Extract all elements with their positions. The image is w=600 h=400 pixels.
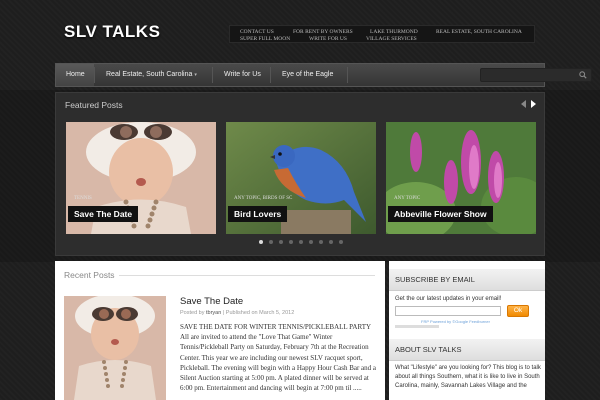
featured-heading: Featured Posts bbox=[65, 100, 123, 110]
topnav-write-for-us[interactable]: WRITE FOR US bbox=[309, 36, 347, 42]
slide-caption[interactable]: Save The Date bbox=[68, 206, 139, 222]
nav-real-estate-label: Real Estate, South Carolina bbox=[106, 71, 193, 78]
post-excerpt: SAVE THE DATE FOR WINTER TENNIS/PICKLEBA… bbox=[180, 323, 377, 393]
slider-dot[interactable] bbox=[259, 240, 263, 244]
topnav-contact-us[interactable]: CONTACT US bbox=[240, 29, 274, 35]
slide-category[interactable]: ANY TOPIC, BIRDS OF SC bbox=[234, 196, 292, 201]
featured-posts: Featured Posts TENNIS Save The Date ANY … bbox=[55, 92, 545, 256]
search-input[interactable] bbox=[484, 70, 574, 80]
top-nav: CONTACT US FOR RENT BY OWNERS LAKE THURM… bbox=[229, 25, 535, 43]
nav-write-label: Write for Us bbox=[224, 71, 261, 78]
nav-eye-of-the-eagle[interactable]: Eye of the Eagle bbox=[282, 64, 333, 86]
nav-write-for-us[interactable]: Write for Us bbox=[224, 64, 261, 86]
featured-slide[interactable]: ANY TOPIC Abbeville Flower Show bbox=[386, 122, 536, 234]
chevron-down-icon: ▾ bbox=[194, 72, 197, 78]
slider-pagination bbox=[259, 240, 354, 245]
posted-by-label: Posted by bbox=[180, 310, 205, 316]
about-heading: ABOUT SLV TALKS bbox=[389, 339, 545, 361]
slider-dot[interactable] bbox=[279, 240, 283, 244]
post-author[interactable]: tbryan bbox=[206, 310, 221, 316]
divider bbox=[119, 275, 375, 276]
slide-category[interactable]: TENNIS bbox=[74, 196, 92, 201]
subscribe-heading: SUBSCRIBE BY EMAIL bbox=[389, 269, 545, 291]
about-text: What "Lifestyle" are you looking for? Th… bbox=[395, 365, 541, 389]
slider-dot[interactable] bbox=[319, 240, 323, 244]
nav-eagle-label: Eye of the Eagle bbox=[282, 71, 334, 78]
featured-slide[interactable]: TENNIS Save The Date bbox=[66, 122, 216, 234]
feedburner-link[interactable]: FRP Powered by ©Google Feedburner bbox=[421, 319, 490, 324]
nav-real-estate-sc[interactable]: Real Estate, South Carolina ▾ bbox=[106, 64, 197, 86]
slider-dot[interactable] bbox=[329, 240, 333, 244]
topnav-lake-thurmond[interactable]: LAKE THURMOND bbox=[370, 29, 418, 35]
slide-caption[interactable]: Bird Lovers bbox=[228, 206, 288, 222]
nav-divider bbox=[270, 67, 271, 83]
nav-home[interactable]: Home bbox=[56, 64, 94, 86]
slider-dot[interactable] bbox=[299, 240, 303, 244]
slider-dot[interactable] bbox=[339, 240, 343, 244]
search-box bbox=[480, 68, 592, 82]
divider bbox=[395, 325, 439, 328]
sidebar: SUBSCRIBE BY EMAIL Get the our latest up… bbox=[389, 261, 545, 400]
post-title[interactable]: Save The Date bbox=[180, 296, 243, 307]
recent-posts-heading: Recent Posts bbox=[64, 270, 115, 280]
arrow-right-icon[interactable] bbox=[529, 99, 538, 109]
nav-divider bbox=[347, 67, 348, 83]
nav-divider bbox=[94, 67, 95, 83]
slider-dot[interactable] bbox=[269, 240, 273, 244]
slider-dot[interactable] bbox=[289, 240, 293, 244]
subscribe-ok-button[interactable]: Ok bbox=[507, 305, 529, 317]
main-nav: Home Real Estate, South Carolina ▾ Write… bbox=[55, 63, 592, 87]
slide-category[interactable]: ANY TOPIC bbox=[394, 196, 420, 201]
main-content: Recent Posts Save The Date Posted by tbr… bbox=[55, 261, 385, 400]
post-date: | Published on March 5, 2012 bbox=[222, 310, 295, 316]
topnav-village-services[interactable]: VILLAGE SERVICES bbox=[366, 36, 417, 42]
thumbnail-image-girl bbox=[64, 296, 166, 400]
post-thumbnail[interactable] bbox=[64, 296, 166, 400]
topnav-super-full-moon[interactable]: SUPER FULL MOON bbox=[240, 36, 290, 42]
slide-caption[interactable]: Abbeville Flower Show bbox=[388, 206, 493, 222]
site-header: SLV TALKS CONTACT US FOR RENT BY OWNERS … bbox=[0, 0, 600, 62]
site-logo[interactable]: SLV TALKS bbox=[64, 22, 160, 42]
post-meta: Posted by tbryan | Published on March 5,… bbox=[180, 310, 294, 316]
topnav-real-estate-sc[interactable]: REAL ESTATE, SOUTH CAROLINA bbox=[436, 29, 522, 35]
email-field[interactable] bbox=[395, 306, 501, 316]
nav-home-label: Home bbox=[66, 71, 85, 78]
topnav-for-rent-by-owners[interactable]: FOR RENT BY OWNERS bbox=[293, 29, 353, 35]
featured-slide[interactable]: ANY TOPIC, BIRDS OF SC Bird Lovers bbox=[226, 122, 376, 234]
subscribe-text: Get the our latest updates in your email… bbox=[395, 296, 502, 302]
slider-dot[interactable] bbox=[309, 240, 313, 244]
arrow-left-icon[interactable] bbox=[519, 99, 528, 109]
search-icon[interactable] bbox=[579, 71, 587, 79]
nav-divider bbox=[212, 67, 213, 83]
